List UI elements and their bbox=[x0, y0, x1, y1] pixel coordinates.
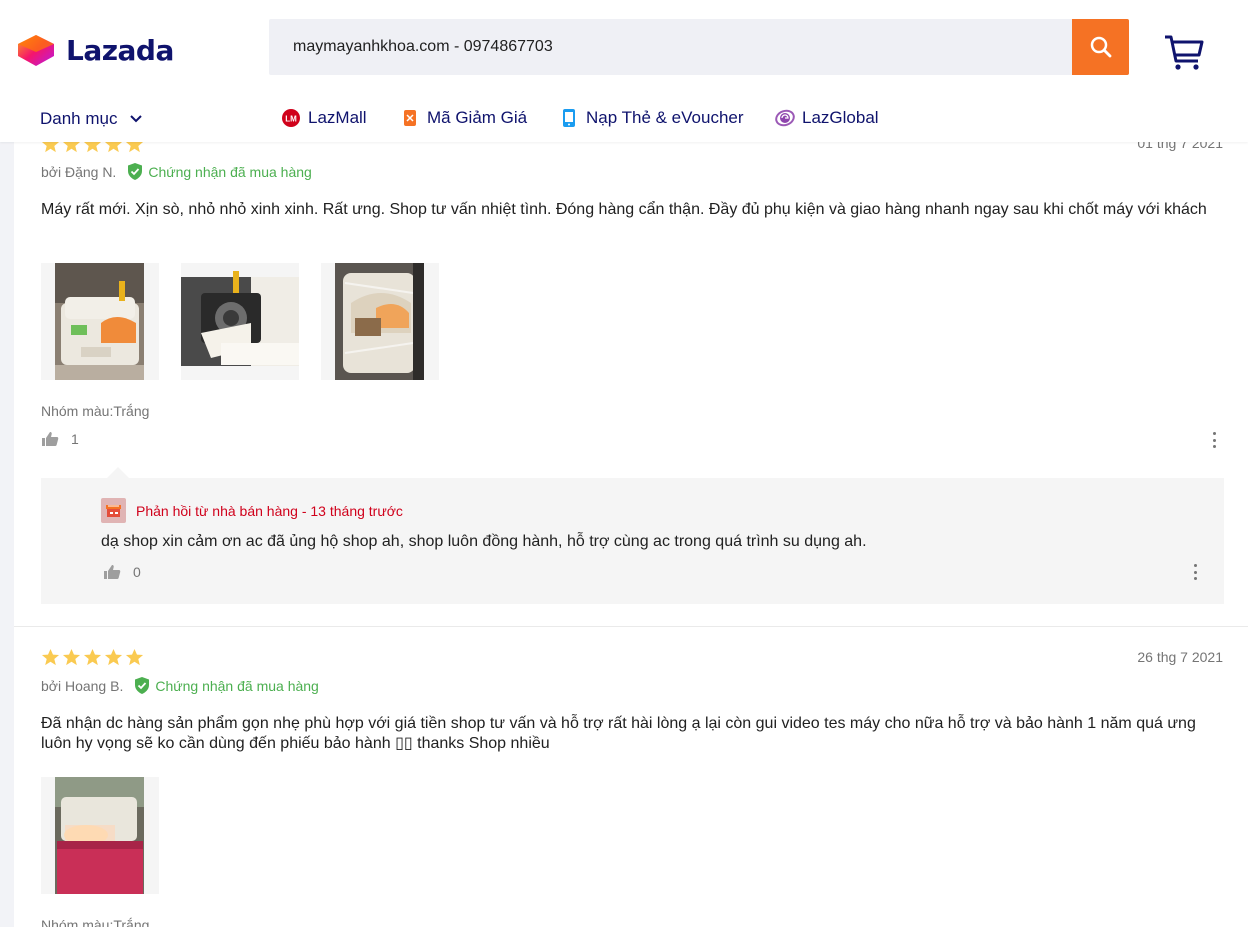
review-content: Đã nhận dc hàng sản phẩm gọn nhẹ phù hợp… bbox=[41, 715, 1196, 752]
sku-info: Nhóm màu:Trắng bbox=[41, 403, 150, 419]
review-author: bởi Đặng N. Chứng nhận đã mua hàng bbox=[41, 162, 312, 181]
category-nav: Danh mục LM LazMall Mã Giảm Giá Nạp Thẻ … bbox=[0, 100, 1248, 138]
site-header: Lazada Danh mục LM LazMall bbox=[0, 0, 1248, 142]
star-icon bbox=[83, 648, 102, 666]
nav-lazglobal[interactable]: LazGlobal bbox=[775, 108, 879, 128]
reply-pointer bbox=[107, 467, 129, 478]
star-icon bbox=[104, 648, 123, 666]
review-date: 26 thg 7 2021 bbox=[1137, 649, 1223, 665]
thumbs-up-icon bbox=[104, 565, 121, 579]
nav-label: LazMall bbox=[308, 108, 367, 127]
search-bar bbox=[269, 19, 1129, 75]
logo-text: Lazada bbox=[66, 33, 174, 67]
lazada-logo[interactable]: Lazada bbox=[14, 32, 174, 68]
review-item: 01 thg 7 2021 bởi Đặng N. Chứng nhận đã … bbox=[14, 130, 1248, 610]
reply-like-count: 0 bbox=[133, 564, 141, 580]
voucher-icon bbox=[404, 110, 416, 126]
lazglobal-icon bbox=[775, 109, 795, 127]
svg-text:LM: LM bbox=[285, 115, 297, 124]
like-button[interactable]: 1 bbox=[41, 431, 79, 447]
reply-header: Phản hồi từ nhà bán hàng - 13 tháng trướ… bbox=[101, 498, 403, 523]
like-count: 1 bbox=[71, 431, 79, 447]
sku-info: Nhóm màu:Trắng bbox=[41, 917, 150, 927]
nav-label: Nạp Thẻ & eVoucher bbox=[586, 108, 744, 127]
review-image[interactable] bbox=[321, 263, 439, 380]
review-image[interactable] bbox=[41, 777, 159, 894]
star-icon bbox=[125, 648, 144, 666]
lazmall-icon: LM bbox=[282, 109, 300, 127]
lazada-heart-icon bbox=[18, 35, 54, 66]
cart-icon[interactable] bbox=[1162, 33, 1206, 71]
sewing-machine-photo bbox=[55, 777, 144, 894]
sewing-machine-photo bbox=[181, 271, 299, 366]
sewing-machine-photo bbox=[55, 263, 144, 380]
verified-label: Chứng nhận đã mua hàng bbox=[148, 163, 312, 180]
nav-label: LazGlobal bbox=[802, 108, 879, 127]
category-menu[interactable]: Danh mục bbox=[40, 109, 143, 129]
reply-title: Phản hồi từ nhà bán hàng - 13 tháng trướ… bbox=[136, 502, 403, 519]
star-icon bbox=[41, 648, 60, 666]
verified-shield-icon bbox=[135, 677, 150, 694]
review-divider bbox=[14, 626, 1248, 627]
verified-badge: Chứng nhận đã mua hàng bbox=[133, 676, 319, 695]
topup-icon bbox=[563, 109, 575, 127]
nav-lazmall[interactable]: LM LazMall bbox=[281, 108, 367, 128]
review-image[interactable] bbox=[181, 263, 299, 380]
seller-reply: Phản hồi từ nhà bán hàng - 13 tháng trướ… bbox=[41, 467, 1224, 604]
review-author: bởi Hoang B. Chứng nhận đã mua hàng bbox=[41, 676, 319, 695]
verified-badge: Chứng nhận đã mua hàng bbox=[126, 162, 312, 181]
search-input[interactable] bbox=[269, 19, 1072, 75]
category-label: Danh mục bbox=[40, 109, 118, 128]
reply-text: dạ shop xin cảm ơn ac đã ủng hộ shop ah,… bbox=[101, 533, 867, 550]
shop-icon bbox=[101, 498, 126, 523]
verified-shield-icon bbox=[128, 163, 143, 180]
reply-more-options-icon[interactable] bbox=[1192, 564, 1198, 580]
author-name: bởi Đặng N. bbox=[41, 163, 117, 180]
left-rail bbox=[0, 142, 14, 927]
search-icon bbox=[1090, 36, 1111, 58]
search-button[interactable] bbox=[1072, 19, 1129, 75]
nav-voucher[interactable]: Mã Giảm Giá bbox=[400, 108, 527, 128]
more-options-icon[interactable] bbox=[1211, 432, 1217, 448]
review-item: 26 thg 7 2021 bởi Hoang B. Chứng nhận đã… bbox=[14, 640, 1248, 927]
star-icon bbox=[62, 648, 81, 666]
sewing-machine-photo bbox=[335, 263, 424, 380]
verified-label: Chứng nhận đã mua hàng bbox=[155, 677, 319, 694]
review-content: Máy rất mới. Xịn sò, nhỏ nhỏ xinh xinh. … bbox=[41, 201, 1207, 218]
review-image[interactable] bbox=[41, 263, 159, 380]
nav-topup[interactable]: Nạp Thẻ & eVoucher bbox=[559, 108, 744, 128]
reply-like-button[interactable]: 0 bbox=[103, 564, 141, 580]
nav-label: Mã Giảm Giá bbox=[427, 108, 528, 127]
thumbs-up-icon bbox=[42, 432, 59, 446]
author-name: bởi Hoang B. bbox=[41, 677, 124, 694]
rating-stars bbox=[41, 648, 144, 667]
chevron-down-icon bbox=[130, 115, 143, 123]
